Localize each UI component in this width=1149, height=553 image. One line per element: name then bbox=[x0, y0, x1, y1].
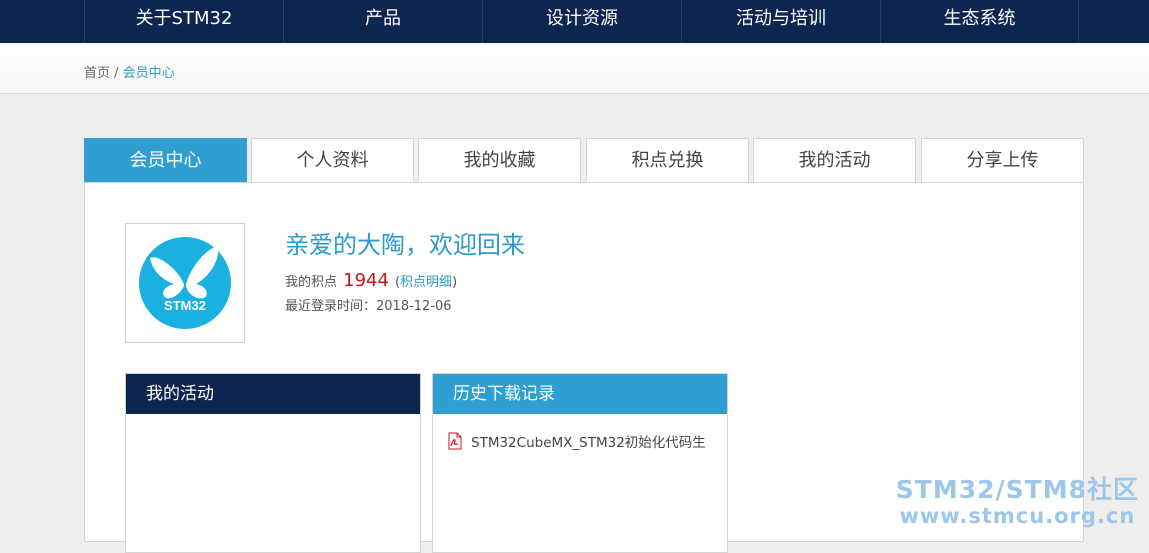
download-history-item[interactable]: STM32CubeMX_STM32初始化代码生 bbox=[447, 431, 706, 451]
points-value: 1944 bbox=[343, 270, 389, 291]
download-history-box: 历史下载记录 STM32CubeMX_STM32初始化代码生 bbox=[432, 373, 728, 553]
my-activities-title: 我的活动 bbox=[126, 374, 420, 414]
my-activities-box: 我的活动 bbox=[125, 373, 421, 553]
breadcrumb-separator: / bbox=[110, 66, 123, 81]
stm32-butterfly-logo-icon: STM32 bbox=[139, 237, 231, 329]
points-detail-link[interactable]: 积点明细 bbox=[400, 275, 452, 290]
breadcrumb-home-link[interactable]: 首页 bbox=[84, 66, 110, 81]
nav-item-events-training[interactable]: 活动与培训 bbox=[681, 0, 880, 43]
tab-my-activities[interactable]: 我的活动 bbox=[753, 138, 916, 183]
download-history-title: 历史下载记录 bbox=[433, 374, 727, 414]
tab-favorites[interactable]: 我的收藏 bbox=[418, 138, 581, 183]
breadcrumb-bar: 首页 / 会员中心 bbox=[0, 43, 1149, 94]
top-navigation: 关于STM32 产品 设计资源 活动与培训 生态系统 bbox=[0, 0, 1149, 43]
points-summary: 我的积点 1944 (积点明细) bbox=[285, 270, 457, 291]
member-tabs: 会员中心 个人资料 我的收藏 积点兑换 我的活动 分享上传 bbox=[84, 138, 1084, 183]
avatar: STM32 bbox=[125, 223, 245, 343]
last-login: 最近登录时间：2018-12-06 bbox=[285, 295, 452, 314]
last-login-label: 最近登录时间： bbox=[285, 299, 377, 314]
nav-item-ecosystem[interactable]: 生态系统 bbox=[880, 0, 1079, 43]
pdf-icon bbox=[448, 432, 462, 450]
avatar-logo-text: STM32 bbox=[164, 298, 206, 313]
nav-menu: 关于STM32 产品 设计资源 活动与培训 生态系统 bbox=[84, 0, 1079, 43]
points-link-close: ) bbox=[452, 275, 458, 290]
tab-share-upload[interactable]: 分享上传 bbox=[921, 138, 1084, 183]
nav-item-about-stm32[interactable]: 关于STM32 bbox=[84, 0, 283, 43]
tab-points-exchange[interactable]: 积点兑换 bbox=[586, 138, 749, 183]
tab-profile[interactable]: 个人资料 bbox=[251, 138, 414, 183]
nav-item-design-resources[interactable]: 设计资源 bbox=[482, 0, 681, 43]
watermark-line1: STM32/STM8社区 bbox=[895, 475, 1139, 504]
breadcrumb: 首页 / 会员中心 bbox=[84, 62, 175, 81]
points-label: 我的积点 bbox=[285, 275, 338, 290]
nav-item-products[interactable]: 产品 bbox=[283, 0, 482, 43]
last-login-date: 2018-12-06 bbox=[376, 299, 452, 314]
tab-member-center[interactable]: 会员中心 bbox=[84, 138, 247, 183]
breadcrumb-current[interactable]: 会员中心 bbox=[123, 66, 175, 81]
welcome-message: 亲爱的大陶，欢迎回来 bbox=[285, 231, 525, 259]
download-history-item-label: STM32CubeMX_STM32初始化代码生 bbox=[471, 435, 706, 451]
site-watermark: STM32/STM8社区 www.stmcu.org.cn bbox=[896, 470, 1139, 528]
watermark-line2: www.stmcu.org.cn bbox=[899, 504, 1136, 528]
